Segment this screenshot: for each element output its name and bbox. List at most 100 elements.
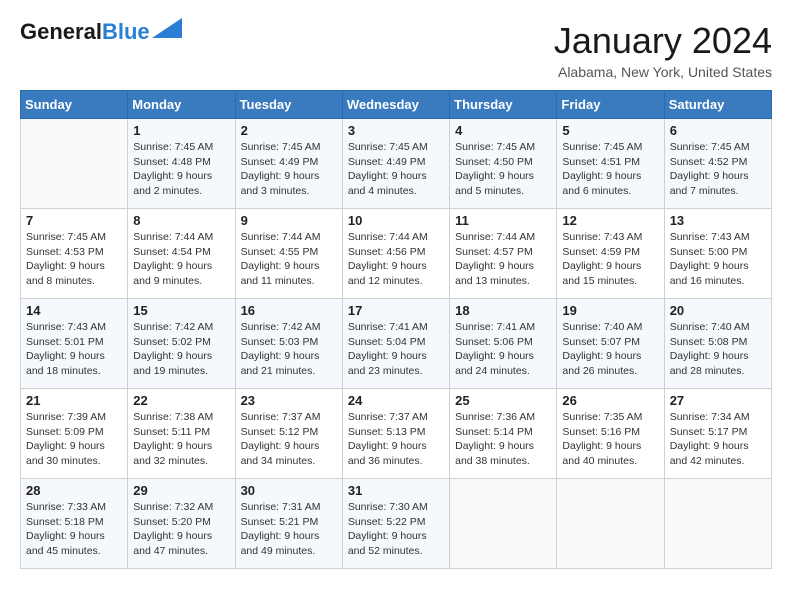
calendar-table: SundayMondayTuesdayWednesdayThursdayFrid…: [20, 90, 772, 569]
calendar-cell: 6 Sunrise: 7:45 AM Sunset: 4:52 PM Daylig…: [664, 119, 771, 209]
calendar-cell: 10 Sunrise: 7:44 AM Sunset: 4:56 PM Dayli…: [342, 209, 449, 299]
day-info: Sunrise: 7:43 AM Sunset: 5:01 PM Dayligh…: [26, 320, 122, 379]
calendar-cell: 11 Sunrise: 7:44 AM Sunset: 4:57 PM Dayli…: [450, 209, 557, 299]
calendar-cell: 27 Sunrise: 7:34 AM Sunset: 5:17 PM Dayli…: [664, 389, 771, 479]
day-number: 14: [26, 303, 122, 318]
calendar-cell: 23 Sunrise: 7:37 AM Sunset: 5:12 PM Dayli…: [235, 389, 342, 479]
day-number: 30: [241, 483, 337, 498]
calendar-cell: 20 Sunrise: 7:40 AM Sunset: 5:08 PM Dayli…: [664, 299, 771, 389]
day-info: Sunrise: 7:37 AM Sunset: 5:13 PM Dayligh…: [348, 410, 444, 469]
day-number: 6: [670, 123, 766, 138]
title-block: January 2024 Alabama, New York, United S…: [554, 20, 772, 80]
calendar-cell: 2Sunrise: 7:45 AM Sunset: 4:49 PM Daylig…: [235, 119, 342, 209]
day-info: Sunrise: 7:45 AM Sunset: 4:49 PM Dayligh…: [241, 140, 337, 199]
day-number: 13: [670, 213, 766, 228]
logo-general: General: [20, 19, 102, 44]
logo: GeneralBlue: [20, 20, 182, 44]
week-row-1: 1Sunrise: 7:45 AM Sunset: 4:48 PM Daylig…: [21, 119, 772, 209]
day-number: 20: [670, 303, 766, 318]
day-number: 5: [562, 123, 658, 138]
calendar-cell: 8Sunrise: 7:44 AM Sunset: 4:54 PM Daylig…: [128, 209, 235, 299]
day-info: Sunrise: 7:40 AM Sunset: 5:07 PM Dayligh…: [562, 320, 658, 379]
weekday-header-tuesday: Tuesday: [235, 91, 342, 119]
day-info: Sunrise: 7:45 AM Sunset: 4:52 PM Dayligh…: [670, 140, 766, 199]
calendar-cell: [21, 119, 128, 209]
calendar-header-row: SundayMondayTuesdayWednesdayThursdayFrid…: [21, 91, 772, 119]
calendar-cell: [557, 479, 664, 569]
day-number: 22: [133, 393, 229, 408]
day-info: Sunrise: 7:38 AM Sunset: 5:11 PM Dayligh…: [133, 410, 229, 469]
day-info: Sunrise: 7:30 AM Sunset: 5:22 PM Dayligh…: [348, 500, 444, 559]
week-row-5: 28Sunrise: 7:33 AM Sunset: 5:18 PM Dayli…: [21, 479, 772, 569]
calendar-cell: 14 Sunrise: 7:43 AM Sunset: 5:01 PM Dayli…: [21, 299, 128, 389]
day-number: 11: [455, 213, 551, 228]
day-info: Sunrise: 7:41 AM Sunset: 5:04 PM Dayligh…: [348, 320, 444, 379]
day-number: 4: [455, 123, 551, 138]
day-info: Sunrise: 7:31 AM Sunset: 5:21 PM Dayligh…: [241, 500, 337, 559]
day-info: Sunrise: 7:43 AM Sunset: 5:00 PM Dayligh…: [670, 230, 766, 289]
logo-blue: Blue: [102, 19, 150, 44]
day-number: 21: [26, 393, 122, 408]
day-number: 3: [348, 123, 444, 138]
calendar-cell: 7Sunrise: 7:45 AM Sunset: 4:53 PM Daylig…: [21, 209, 128, 299]
calendar-title: January 2024: [554, 20, 772, 62]
calendar-cell: 25 Sunrise: 7:36 AM Sunset: 5:14 PM Dayli…: [450, 389, 557, 479]
day-number: 15: [133, 303, 229, 318]
calendar-cell: 15 Sunrise: 7:42 AM Sunset: 5:02 PM Dayli…: [128, 299, 235, 389]
day-info: Sunrise: 7:41 AM Sunset: 5:06 PM Dayligh…: [455, 320, 551, 379]
day-info: Sunrise: 7:45 AM Sunset: 4:51 PM Dayligh…: [562, 140, 658, 199]
day-info: Sunrise: 7:42 AM Sunset: 5:03 PM Dayligh…: [241, 320, 337, 379]
week-row-3: 14 Sunrise: 7:43 AM Sunset: 5:01 PM Dayli…: [21, 299, 772, 389]
day-info: Sunrise: 7:34 AM Sunset: 5:17 PM Dayligh…: [670, 410, 766, 469]
weekday-header-thursday: Thursday: [450, 91, 557, 119]
day-info: Sunrise: 7:43 AM Sunset: 4:59 PM Dayligh…: [562, 230, 658, 289]
calendar-cell: 28Sunrise: 7:33 AM Sunset: 5:18 PM Dayli…: [21, 479, 128, 569]
day-number: 24: [348, 393, 444, 408]
day-number: 18: [455, 303, 551, 318]
weekday-header-friday: Friday: [557, 91, 664, 119]
calendar-cell: 29Sunrise: 7:32 AM Sunset: 5:20 PM Dayli…: [128, 479, 235, 569]
day-info: Sunrise: 7:44 AM Sunset: 4:55 PM Dayligh…: [241, 230, 337, 289]
day-number: 23: [241, 393, 337, 408]
calendar-cell: 26Sunrise: 7:35 AM Sunset: 5:16 PM Dayli…: [557, 389, 664, 479]
calendar-cell: 4 Sunrise: 7:45 AM Sunset: 4:50 PM Daylig…: [450, 119, 557, 209]
day-number: 28: [26, 483, 122, 498]
day-info: Sunrise: 7:45 AM Sunset: 4:53 PM Dayligh…: [26, 230, 122, 289]
day-info: Sunrise: 7:45 AM Sunset: 4:50 PM Dayligh…: [455, 140, 551, 199]
day-number: 17: [348, 303, 444, 318]
weekday-header-saturday: Saturday: [664, 91, 771, 119]
logo-icon: [152, 18, 182, 38]
day-number: 16: [241, 303, 337, 318]
week-row-2: 7Sunrise: 7:45 AM Sunset: 4:53 PM Daylig…: [21, 209, 772, 299]
calendar-cell: 30 Sunrise: 7:31 AM Sunset: 5:21 PM Dayli…: [235, 479, 342, 569]
day-info: Sunrise: 7:35 AM Sunset: 5:16 PM Dayligh…: [562, 410, 658, 469]
day-number: 29: [133, 483, 229, 498]
calendar-cell: 9Sunrise: 7:44 AM Sunset: 4:55 PM Daylig…: [235, 209, 342, 299]
calendar-cell: 24 Sunrise: 7:37 AM Sunset: 5:13 PM Dayli…: [342, 389, 449, 479]
page-header: GeneralBlue January 2024 Alabama, New Yo…: [20, 20, 772, 80]
day-info: Sunrise: 7:37 AM Sunset: 5:12 PM Dayligh…: [241, 410, 337, 469]
day-number: 25: [455, 393, 551, 408]
calendar-cell: 31Sunrise: 7:30 AM Sunset: 5:22 PM Dayli…: [342, 479, 449, 569]
weekday-header-monday: Monday: [128, 91, 235, 119]
calendar-subtitle: Alabama, New York, United States: [554, 64, 772, 80]
day-number: 10: [348, 213, 444, 228]
day-info: Sunrise: 7:36 AM Sunset: 5:14 PM Dayligh…: [455, 410, 551, 469]
day-info: Sunrise: 7:39 AM Sunset: 5:09 PM Dayligh…: [26, 410, 122, 469]
calendar-cell: 22 Sunrise: 7:38 AM Sunset: 5:11 PM Dayli…: [128, 389, 235, 479]
calendar-cell: 1Sunrise: 7:45 AM Sunset: 4:48 PM Daylig…: [128, 119, 235, 209]
calendar-cell: [450, 479, 557, 569]
calendar-cell: 16 Sunrise: 7:42 AM Sunset: 5:03 PM Dayli…: [235, 299, 342, 389]
day-number: 12: [562, 213, 658, 228]
day-number: 27: [670, 393, 766, 408]
logo-text: GeneralBlue: [20, 20, 150, 44]
day-info: Sunrise: 7:45 AM Sunset: 4:48 PM Dayligh…: [133, 140, 229, 199]
calendar-cell: 13 Sunrise: 7:43 AM Sunset: 5:00 PM Dayli…: [664, 209, 771, 299]
calendar-cell: 17 Sunrise: 7:41 AM Sunset: 5:04 PM Dayli…: [342, 299, 449, 389]
calendar-cell: 5 Sunrise: 7:45 AM Sunset: 4:51 PM Daylig…: [557, 119, 664, 209]
day-info: Sunrise: 7:42 AM Sunset: 5:02 PM Dayligh…: [133, 320, 229, 379]
day-info: Sunrise: 7:44 AM Sunset: 4:57 PM Dayligh…: [455, 230, 551, 289]
day-info: Sunrise: 7:44 AM Sunset: 4:56 PM Dayligh…: [348, 230, 444, 289]
day-info: Sunrise: 7:40 AM Sunset: 5:08 PM Dayligh…: [670, 320, 766, 379]
day-info: Sunrise: 7:44 AM Sunset: 4:54 PM Dayligh…: [133, 230, 229, 289]
